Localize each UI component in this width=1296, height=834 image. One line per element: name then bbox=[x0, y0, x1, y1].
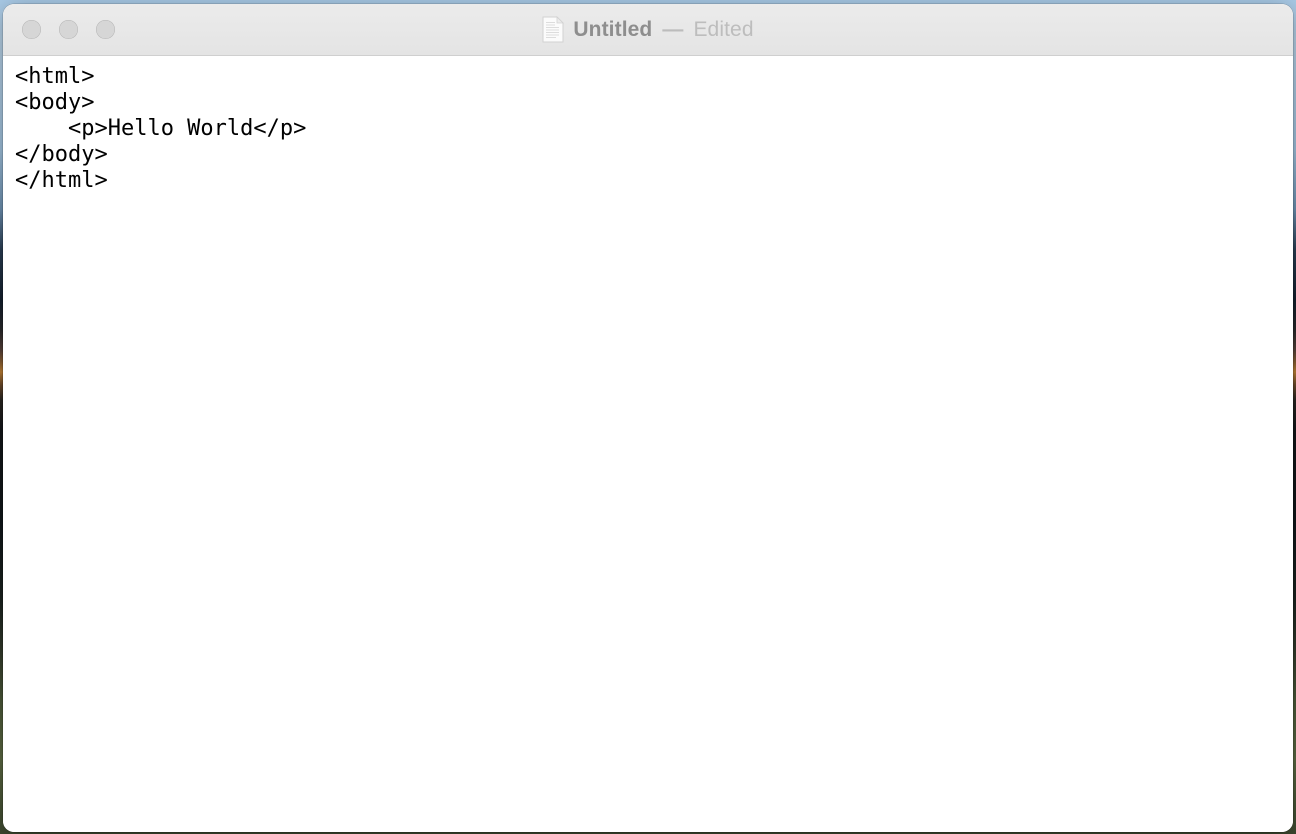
document-text-content[interactable]: <html> <body> <p>Hello World</p> </body>… bbox=[3, 56, 1293, 194]
window-title: Untitled bbox=[573, 17, 653, 41]
close-button[interactable] bbox=[22, 20, 41, 39]
window-title-area: Untitled — Edited bbox=[3, 4, 1293, 55]
text-editing-area[interactable]: <html> <body> <p>Hello World</p> </body>… bbox=[3, 56, 1293, 832]
minimize-button[interactable] bbox=[59, 20, 78, 39]
zoom-button[interactable] bbox=[96, 20, 115, 39]
text-editor-window: Untitled — Edited <html> <body> <p>Hello… bbox=[3, 4, 1293, 832]
title-separator: — bbox=[662, 17, 684, 41]
window-titlebar[interactable]: Untitled — Edited bbox=[3, 4, 1293, 56]
window-controls bbox=[22, 4, 115, 55]
document-icon bbox=[542, 16, 565, 43]
edited-status-label: Edited bbox=[693, 17, 754, 41]
